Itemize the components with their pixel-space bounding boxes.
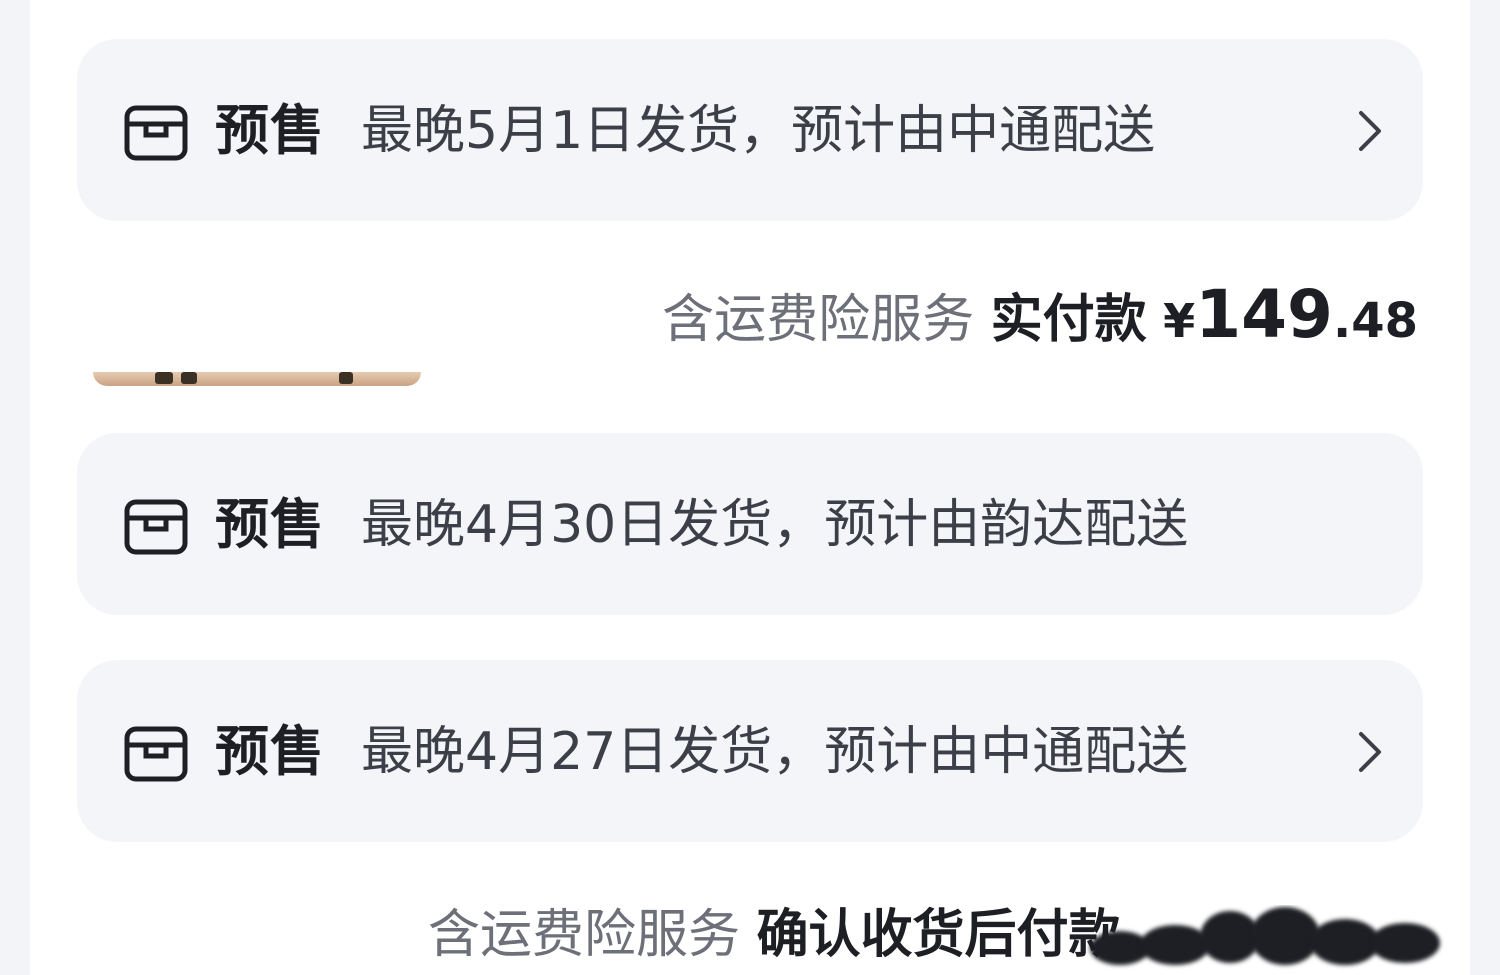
shipping-description: 最晚4月27日发货，预计由中通配送 xyxy=(361,722,1189,782)
pay-on-receipt-label: 确认收货后付款 xyxy=(756,905,1121,965)
paid-label: 实付款 xyxy=(990,290,1147,350)
insurance-note: 含运费险服务 xyxy=(428,905,741,965)
presale-shipping-banner[interactable]: 预售 最晚4月27日发货，预计由中通配送 xyxy=(77,660,1423,842)
presale-shipping-banner[interactable]: 预售 最晚4月30日发货，预计由韵达配送 xyxy=(77,433,1423,615)
amount-decimal: .48 xyxy=(1332,293,1418,349)
chevron-right-icon[interactable] xyxy=(1353,730,1387,774)
amount-integer: 149 xyxy=(1195,276,1333,353)
order-total: 含运费险服务 确认收货后付款 xyxy=(428,900,1121,970)
redaction-scribble xyxy=(1080,905,1500,975)
presale-tag: 预售 xyxy=(215,99,325,162)
chevron-right-icon[interactable] xyxy=(1353,109,1387,153)
currency-symbol: ¥ xyxy=(1163,294,1196,348)
insurance-note: 含运费险服务 xyxy=(662,290,975,350)
shipping-description: 最晚5月1日发货，预计由中通配送 xyxy=(361,101,1156,161)
order-total: 含运费险服务 实付款 ¥149.48 xyxy=(662,280,1418,356)
presale-tag: 预售 xyxy=(215,720,325,783)
package-box-icon xyxy=(124,726,188,782)
product-thumbnail[interactable] xyxy=(93,372,421,386)
presale-shipping-banner[interactable]: 预售 最晚5月1日发货，预计由中通配送 xyxy=(77,39,1423,221)
package-box-icon xyxy=(124,105,188,161)
presale-tag: 预售 xyxy=(215,493,325,556)
shipping-description: 最晚4月30日发货，预计由韵达配送 xyxy=(361,495,1189,555)
package-box-icon xyxy=(124,499,188,555)
